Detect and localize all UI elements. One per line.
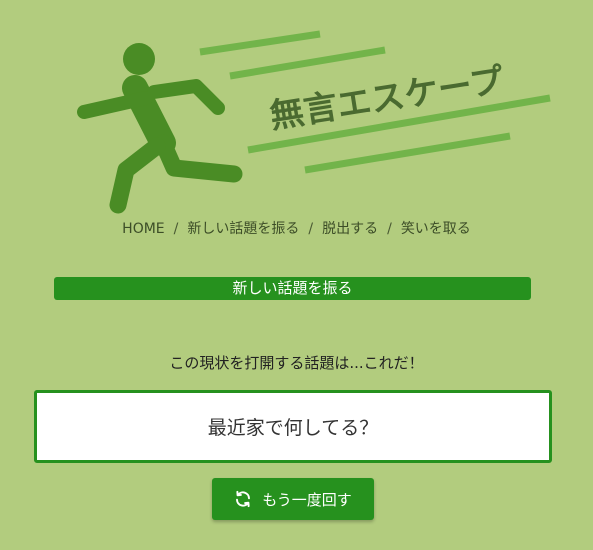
breadcrumb-separator: /	[308, 221, 314, 237]
breadcrumb-separator: /	[173, 221, 179, 237]
topic-result-box: 最近家で何してる？	[34, 390, 552, 463]
breadcrumb-laugh[interactable]: 笑いを取る	[401, 221, 471, 237]
spin-again-button[interactable]: もう一度回す	[212, 478, 374, 520]
breadcrumb-home[interactable]: HOME	[122, 221, 164, 237]
topic-result-text: 最近家で何してる？	[207, 417, 379, 439]
intro-text: この現状を打開する話題は...これだ！	[169, 354, 424, 372]
running-man-icon	[77, 43, 243, 214]
refresh-icon	[236, 490, 251, 508]
site-logo[interactable]: 無言エスケープ	[0, 0, 593, 215]
breadcrumb-separator: /	[387, 221, 392, 237]
breadcrumb-new-topic[interactable]: 新しい話題を振る	[187, 221, 299, 237]
breadcrumb: HOME / 新しい話題を振る / 脱出する / 笑いを取る	[0, 218, 593, 238]
breadcrumb-escape[interactable]: 脱出する	[322, 221, 378, 237]
spin-again-label: もう一度回す	[262, 490, 352, 509]
section-title-bar: 新しい話題を振る	[54, 277, 531, 300]
